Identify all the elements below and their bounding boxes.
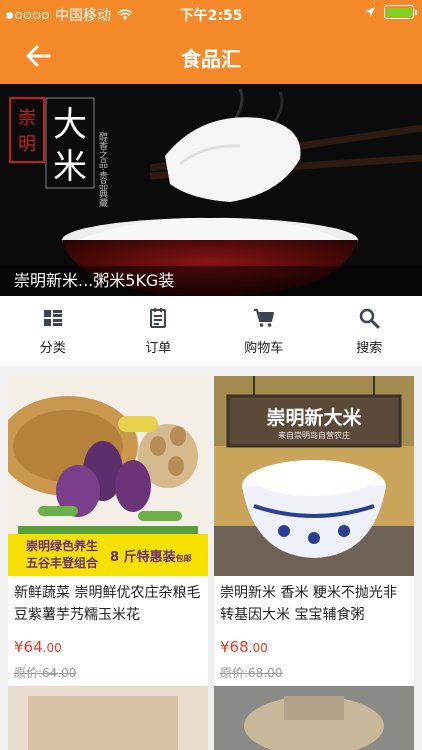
product-image-partial-left bbox=[8, 686, 208, 750]
rice-sign-title: 崇明新大米 bbox=[266, 406, 362, 429]
page-title: 食品汇 bbox=[181, 47, 241, 71]
location-arrow-icon bbox=[365, 7, 375, 17]
product-card-vegetables[interactable]: 崇明绿色养生 五谷丰登组合 8 斤特惠装包邮 新鲜蔬菜 崇明鲜优农庄杂粮毛豆紫薯… bbox=[8, 376, 208, 691]
quick-nav-search-label: 搜索 bbox=[356, 340, 383, 356]
shopping-cart-icon bbox=[253, 308, 274, 327]
product-image-rice: 崇明新大米 来自崇明岛自营农庄 bbox=[214, 376, 414, 576]
battery-icon bbox=[384, 5, 417, 19]
category-grid-icon bbox=[43, 309, 62, 326]
product-card-rice[interactable]: 崇明新大米 来自崇明岛自营农庄 崇明新米 香米 粳米不抛光非转基因大米 宝宝辅食… bbox=[214, 376, 414, 691]
quick-nav-orders[interactable]: 订单 bbox=[106, 296, 212, 366]
banner-title-bottom: 米 bbox=[53, 147, 87, 187]
banner-caption: 崇明新米...粥米5KG装 bbox=[0, 266, 422, 296]
price-decimal: .00 bbox=[248, 641, 268, 655]
banner-carousel[interactable]: 崇 明 大 米 醇香之品·贵品典藏 崇明新米...粥米5KG装 bbox=[0, 84, 422, 296]
promo-banner-left: 崇明绿色养生 五谷丰登组合 8 斤特惠装包邮 bbox=[8, 534, 208, 576]
product-card-partial-right[interactable] bbox=[214, 686, 414, 750]
product-grid: 崇明绿色养生 五谷丰登组合 8 斤特惠装包邮 新鲜蔬菜 崇明鲜优农庄杂粮毛豆紫薯… bbox=[0, 366, 422, 750]
product-card-partial-left[interactable] bbox=[8, 686, 208, 750]
banner-image: 崇 明 大 米 醇香之品·贵品典藏 bbox=[0, 84, 422, 296]
banner-vertical-text: 醇香之品·贵品典藏 bbox=[97, 131, 108, 208]
battery-level bbox=[386, 7, 412, 17]
order-list-icon bbox=[150, 307, 167, 328]
currency-symbol: ¥ bbox=[14, 638, 24, 656]
banner-title-top: 大 bbox=[53, 105, 87, 145]
quick-nav-orders-label: 订单 bbox=[145, 340, 172, 356]
quick-nav: 分类 订单 购物车 搜索 bbox=[0, 296, 422, 366]
quick-nav-cart-label: 购物车 bbox=[244, 340, 284, 356]
banner-seal-top: 崇 bbox=[18, 108, 36, 129]
search-icon bbox=[360, 308, 380, 328]
product-image-partial-right bbox=[214, 686, 414, 750]
status-bar: 中国移动 下午2:55 bbox=[0, 0, 422, 28]
promo-right: 8 斤特惠装 bbox=[110, 549, 176, 565]
promo-small: 包邮 bbox=[175, 553, 192, 563]
product-image-vegetables: 崇明绿色养生 五谷丰登组合 8 斤特惠装包邮 bbox=[8, 376, 208, 576]
promo-line-1: 崇明绿色养生 bbox=[26, 539, 99, 553]
quick-nav-cart[interactable]: 购物车 bbox=[211, 296, 317, 366]
quick-nav-search[interactable]: 搜索 bbox=[317, 296, 422, 366]
currency-symbol: ¥ bbox=[220, 638, 230, 656]
nav-bar: 食品汇 bbox=[0, 28, 422, 84]
arrow-left-icon bbox=[26, 45, 51, 67]
rice-sign-sub: 来自崇明岛自营农庄 bbox=[278, 430, 350, 440]
banner-seal-bottom: 明 bbox=[18, 134, 36, 155]
status-right bbox=[364, 5, 417, 19]
product-price: ¥68.00 bbox=[214, 628, 414, 656]
product-price: ¥64.00 bbox=[8, 628, 208, 656]
quick-nav-category-label: 分类 bbox=[39, 340, 66, 356]
promo-line-2: 五谷丰登组合 bbox=[26, 556, 99, 570]
price-decimal: .00 bbox=[42, 641, 62, 655]
price-integer: 68 bbox=[229, 638, 249, 656]
rice-bowl-image: 崇明新大米 来自崇明岛自营农庄 bbox=[214, 376, 414, 576]
product-name: 崇明新米 香米 粳米不抛光非转基因大米 宝宝辅食粥 bbox=[220, 585, 397, 623]
product-name: 新鲜蔬菜 崇明鲜优农庄杂粮毛豆紫薯芋艿糯玉米花 bbox=[14, 585, 201, 623]
price-integer: 64 bbox=[23, 638, 43, 656]
status-time: 下午2:55 bbox=[179, 8, 243, 24]
back-button[interactable] bbox=[22, 40, 54, 72]
quick-nav-category[interactable]: 分类 bbox=[0, 296, 106, 366]
